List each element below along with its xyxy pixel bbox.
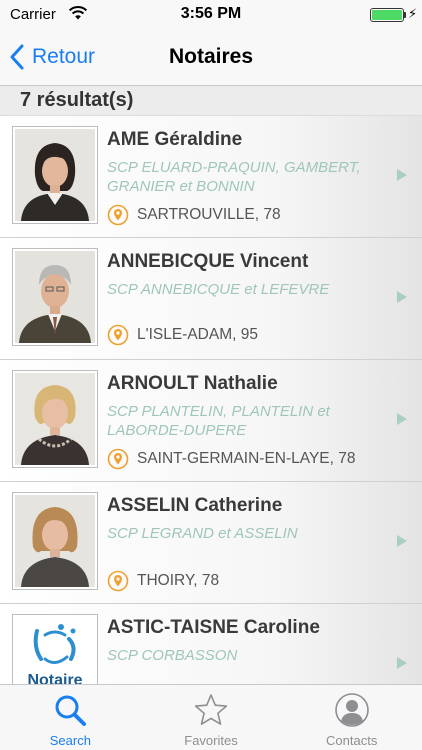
notaire-logo: Notaire bbox=[12, 614, 98, 684]
notaire-logo-text: Notaire bbox=[27, 672, 82, 684]
notaire-city: SARTROUVILLE, 78 bbox=[137, 206, 281, 223]
battery-icon bbox=[370, 8, 404, 22]
notaire-office: SCP CORBASSON bbox=[107, 647, 238, 664]
notaire-office: SCP ANNEBICQUE et LEFEVRE bbox=[107, 281, 330, 298]
tab-contacts-label: Contacts bbox=[326, 733, 378, 748]
location-pin-icon bbox=[107, 324, 129, 346]
results-count-label: 7 résultat(s) bbox=[20, 89, 134, 111]
chevron-right-icon bbox=[396, 656, 408, 670]
notaire-photo bbox=[12, 370, 98, 468]
notaire-name: ASTIC-TAISNE Caroline bbox=[107, 617, 320, 638]
chevron-right-icon bbox=[396, 168, 408, 182]
star-icon bbox=[193, 692, 229, 728]
list-item[interactable]: ANNEBICQUE Vincent SCP ANNEBICQUE et LEF… bbox=[0, 238, 422, 360]
list-item[interactable]: ARNOULT Nathalie SCP PLANTELIN, PLANTELI… bbox=[0, 360, 422, 482]
tab-bar: Search Favorites Contacts bbox=[0, 684, 422, 750]
notaire-photo bbox=[12, 492, 98, 590]
tab-search[interactable]: Search bbox=[0, 685, 141, 750]
notaire-office: SCP LEGRAND et ASSELIN bbox=[107, 525, 298, 542]
notaire-photo bbox=[12, 248, 98, 346]
notaire-city: THOIRY, 78 bbox=[137, 572, 220, 589]
notaire-name: ASSELIN Catherine bbox=[107, 495, 283, 516]
notaire-office: SCP PLANTELIN, PLANTELIN et LABORDE-DUPE… bbox=[107, 403, 330, 439]
navigation-bar: Retour Notaires bbox=[0, 30, 422, 86]
tab-contacts[interactable]: Contacts bbox=[281, 685, 422, 750]
status-time: 3:56 PM bbox=[180, 5, 242, 22]
chevron-right-icon bbox=[396, 412, 408, 426]
charging-bolt-icon: ⚡ bbox=[408, 6, 418, 21]
page-title: Notaires bbox=[168, 45, 254, 68]
chevron-right-icon bbox=[396, 290, 408, 304]
tab-favorites-label: Favorites bbox=[184, 733, 238, 748]
status-bar: Carrier 3:56 PM ⚡ bbox=[0, 0, 422, 30]
chevron-right-icon bbox=[396, 534, 408, 548]
notaire-name: ANNEBICQUE Vincent bbox=[107, 251, 309, 272]
notaire-photo bbox=[12, 126, 98, 224]
list-item[interactable]: ASSELIN Catherine SCP LEGRAND et ASSELIN… bbox=[0, 482, 422, 604]
notaire-city: L'ISLE-ADAM, 95 bbox=[137, 326, 258, 343]
tab-search-label: Search bbox=[49, 733, 91, 748]
list-item[interactable]: Notaire ASTIC-TAISNE Caroline SCP CORBAS… bbox=[0, 604, 422, 684]
results-count-header: 7 résultat(s) bbox=[0, 86, 422, 116]
notaire-name: ARNOULT Nathalie bbox=[107, 373, 278, 394]
notaire-office: SCP ELUARD-PRAQUIN, GAMBERT, GRANIER et … bbox=[107, 159, 361, 195]
notaire-city: SAINT-GERMAIN-EN-LAYE, 78 bbox=[137, 450, 356, 467]
contact-icon bbox=[334, 692, 370, 728]
notaires-list[interactable]: AME Géraldine SCP ELUARD-PRAQUIN, GAMBER… bbox=[0, 116, 422, 684]
search-icon bbox=[52, 692, 88, 728]
tab-favorites[interactable]: Favorites bbox=[141, 685, 282, 750]
location-pin-icon bbox=[107, 570, 129, 592]
location-pin-icon bbox=[107, 204, 129, 226]
location-pin-icon bbox=[107, 448, 129, 470]
battery-tip bbox=[404, 12, 406, 18]
list-item[interactable]: AME Géraldine SCP ELUARD-PRAQUIN, GAMBER… bbox=[0, 116, 422, 238]
notaire-name: AME Géraldine bbox=[107, 129, 243, 150]
